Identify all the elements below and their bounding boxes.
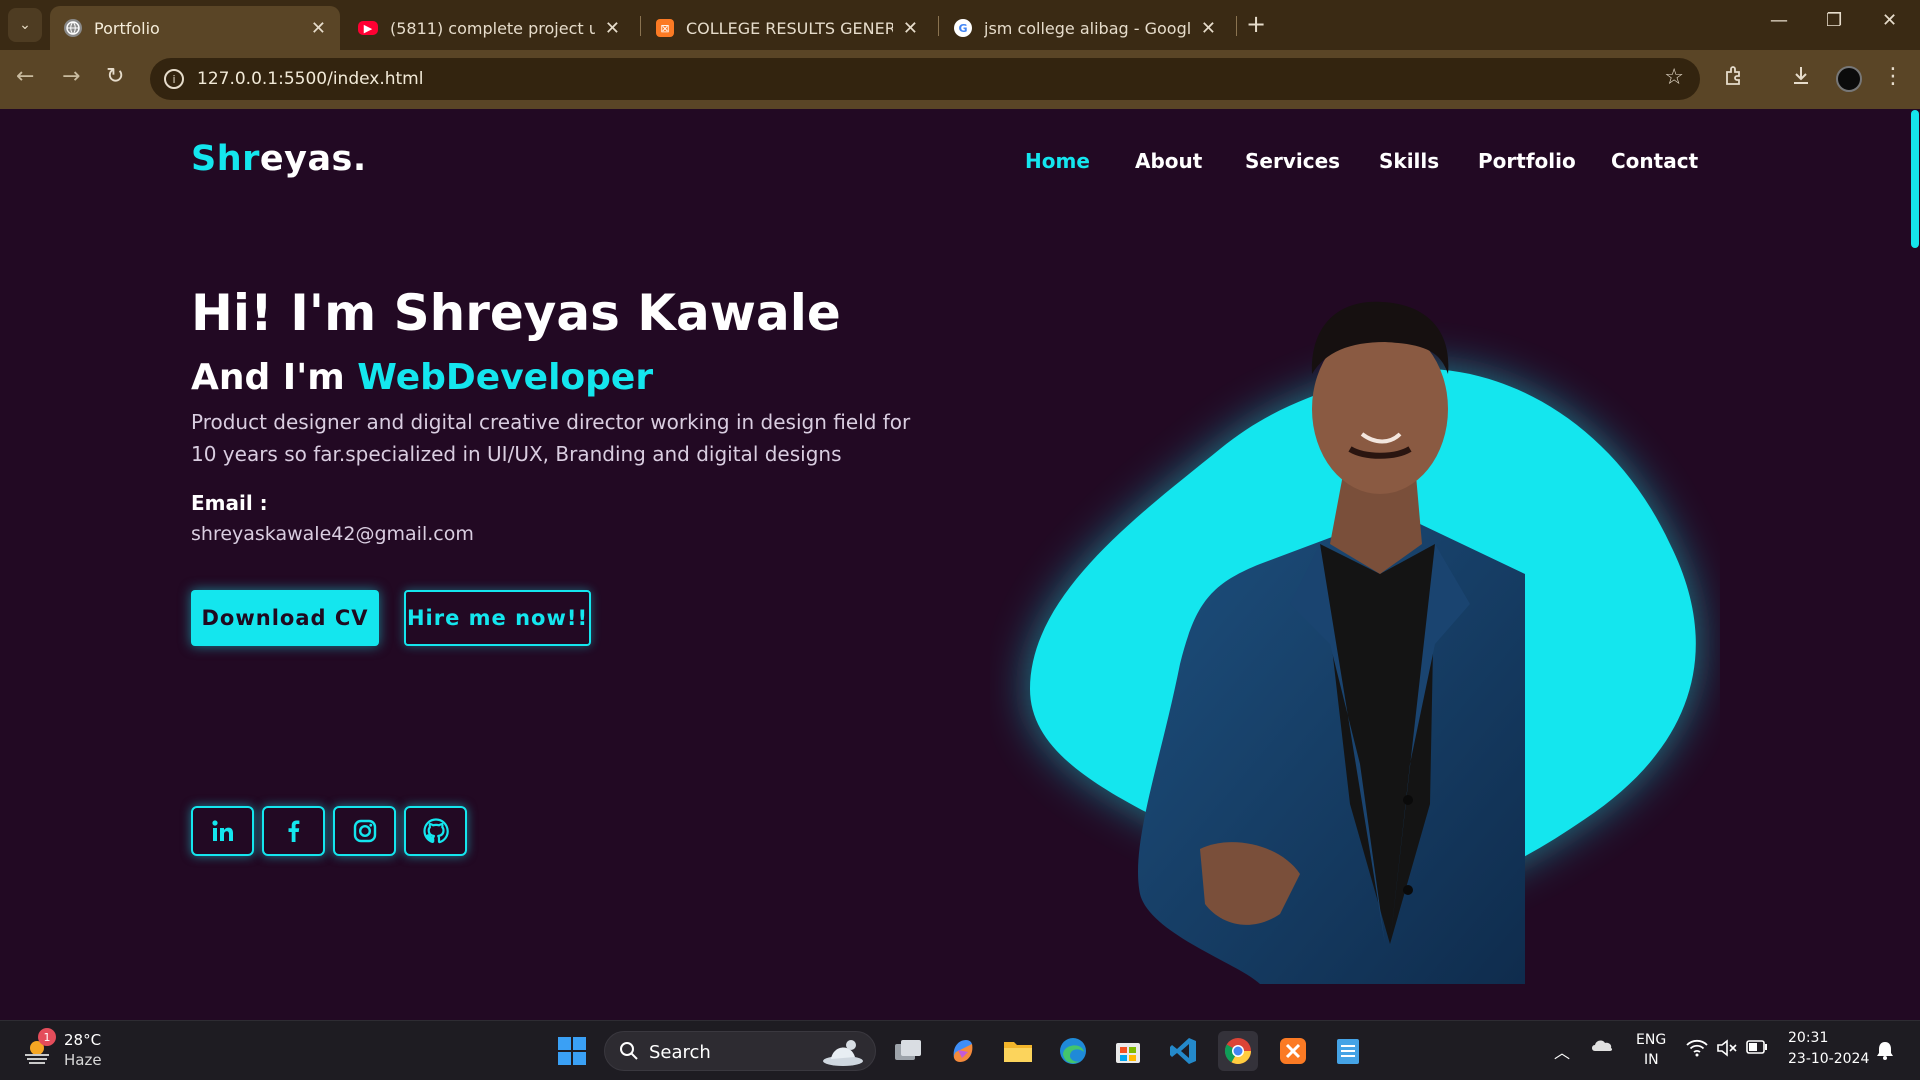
url-text[interactable]: 127.0.0.1:5500/index.html [197,69,423,89]
weather-temperature: 28°C [64,1031,102,1049]
close-tab-icon[interactable]: ✕ [1201,18,1216,39]
email-label: Email : [191,491,268,515]
hero-bio: Product designer and digital creative di… [191,410,911,466]
profile-avatar[interactable] [1836,66,1862,92]
hero-heading: Hi! I'm Shreyas Kawale [191,284,841,342]
vscode-icon[interactable] [1163,1031,1203,1071]
tab-college-results[interactable]: ⊠ COLLEGE RESULTS GENERATOR ✕ [642,6,932,50]
minimize-icon[interactable]: — [1770,10,1788,31]
close-window-icon[interactable]: ✕ [1882,10,1897,31]
browser-toolbar: ← → ↻ i 127.0.0.1:5500/index.html ☆ ⋮ [0,50,1920,109]
search-label: Search [649,1042,711,1063]
notepad-icon[interactable] [1328,1031,1368,1071]
tab-separator [1236,16,1237,36]
weather-condition: Haze [64,1051,102,1069]
new-tab-button[interactable]: + [1246,10,1266,38]
instagram-link[interactable] [333,806,396,856]
github-icon [422,818,449,844]
menu-kebab-icon[interactable]: ⋮ [1882,64,1904,89]
clock-date[interactable]: 23-10-2024 [1788,1051,1869,1067]
tab-google-search[interactable]: G jsm college alibag - Google Sea ✕ [940,6,1230,50]
download-icon[interactable] [1790,64,1812,92]
globe-icon [64,19,82,37]
close-tab-icon[interactable]: ✕ [311,18,326,39]
facebook-icon [288,820,299,842]
onedrive-icon[interactable] [1590,1037,1614,1057]
hire-me-button[interactable]: Hire me now!! [404,590,591,646]
hero-portrait-image [1030,301,1696,984]
nav-contact[interactable]: Contact [1611,149,1698,173]
tab-title: (5811) complete project using h [390,18,595,38]
microsoft-store-icon[interactable] [1108,1031,1148,1071]
taskbar-search[interactable]: Search [604,1031,876,1071]
portfolio-page: Shreyas. Home About Services Skills Port… [0,109,1910,1020]
forward-icon[interactable]: → [62,64,80,89]
tab-separator [938,16,939,36]
copilot-icon[interactable] [943,1031,983,1071]
volume-muted-icon[interactable] [1716,1039,1738,1061]
facebook-link[interactable] [262,806,325,856]
chrome-icon[interactable] [1218,1031,1258,1071]
wifi-icon[interactable] [1686,1039,1708,1061]
page-scrollbar-thumb[interactable] [1911,110,1919,248]
nav-skills[interactable]: Skills [1379,149,1439,173]
tab-separator [640,16,641,36]
tab-title: jsm college alibag - Google Sea [984,18,1191,38]
back-icon[interactable]: ← [16,64,34,89]
tab-title: COLLEGE RESULTS GENERATOR [686,18,893,38]
notification-bell-icon[interactable] [1876,1040,1894,1064]
email-value: shreyaskawale42@gmail.com [191,523,474,545]
tab-strip: ⌄ Portfolio ✕ ▶ (5811) complete project … [0,0,1920,50]
nav-portfolio[interactable]: Portfolio [1478,149,1576,173]
close-tab-icon[interactable]: ✕ [605,18,620,39]
download-cv-button[interactable]: Download CV [191,590,379,646]
restore-icon[interactable]: ❐ [1826,10,1842,31]
hero-subheading: And I'm WebDeveloper [191,357,653,398]
windows-taskbar: 28°C Haze Search ︿ ENG IN 20:31 23-10-20… [0,1020,1920,1080]
tab-search-button[interactable]: ⌄ [8,8,42,42]
youtube-icon: ▶ [358,21,378,35]
instagram-icon [353,819,376,843]
show-hidden-icons-chevron[interactable]: ︿ [1554,1039,1570,1063]
task-view-icon[interactable] [888,1031,928,1071]
nav-services[interactable]: Services [1245,149,1340,173]
xampp-icon[interactable] [1273,1031,1313,1071]
site-info-icon[interactable]: i [164,69,184,89]
site-logo[interactable]: Shreyas. [191,139,367,179]
xampp-icon: ⊠ [656,19,674,37]
search-highlight-icon [823,1040,863,1066]
google-icon: G [954,19,972,37]
logo-accent: Shr [191,139,260,179]
search-icon [620,1042,638,1060]
close-tab-icon[interactable]: ✕ [903,18,918,39]
reload-icon[interactable]: ↻ [106,64,124,89]
language-in[interactable]: IN [1644,1052,1659,1068]
battery-icon[interactable] [1746,1040,1768,1058]
language-eng[interactable]: ENG [1636,1032,1666,1048]
subheading-prefix: And I'm [191,357,345,398]
tab-portfolio[interactable]: Portfolio ✕ [50,6,340,50]
extensions-icon[interactable] [1724,64,1746,92]
subheading-role: WebDeveloper [357,357,654,398]
linkedin-icon [211,820,233,841]
windows-start-icon[interactable] [552,1031,592,1071]
edge-icon[interactable] [1053,1031,1093,1071]
tab-title: Portfolio [94,18,160,38]
file-explorer-icon[interactable] [998,1031,1038,1071]
github-link[interactable] [404,806,467,856]
nav-about[interactable]: About [1135,149,1202,173]
bookmark-star-icon[interactable]: ☆ [1664,65,1684,90]
linkedin-link[interactable] [191,806,254,856]
tab-youtube[interactable]: ▶ (5811) complete project using h ✕ [344,6,634,50]
logo-rest: eyas. [259,139,367,179]
clock-time[interactable]: 20:31 [1788,1030,1828,1046]
nav-home[interactable]: Home [1025,149,1090,173]
address-bar[interactable]: i 127.0.0.1:5500/index.html ☆ [150,58,1700,100]
weather-notification-badge: 1 [38,1028,56,1046]
